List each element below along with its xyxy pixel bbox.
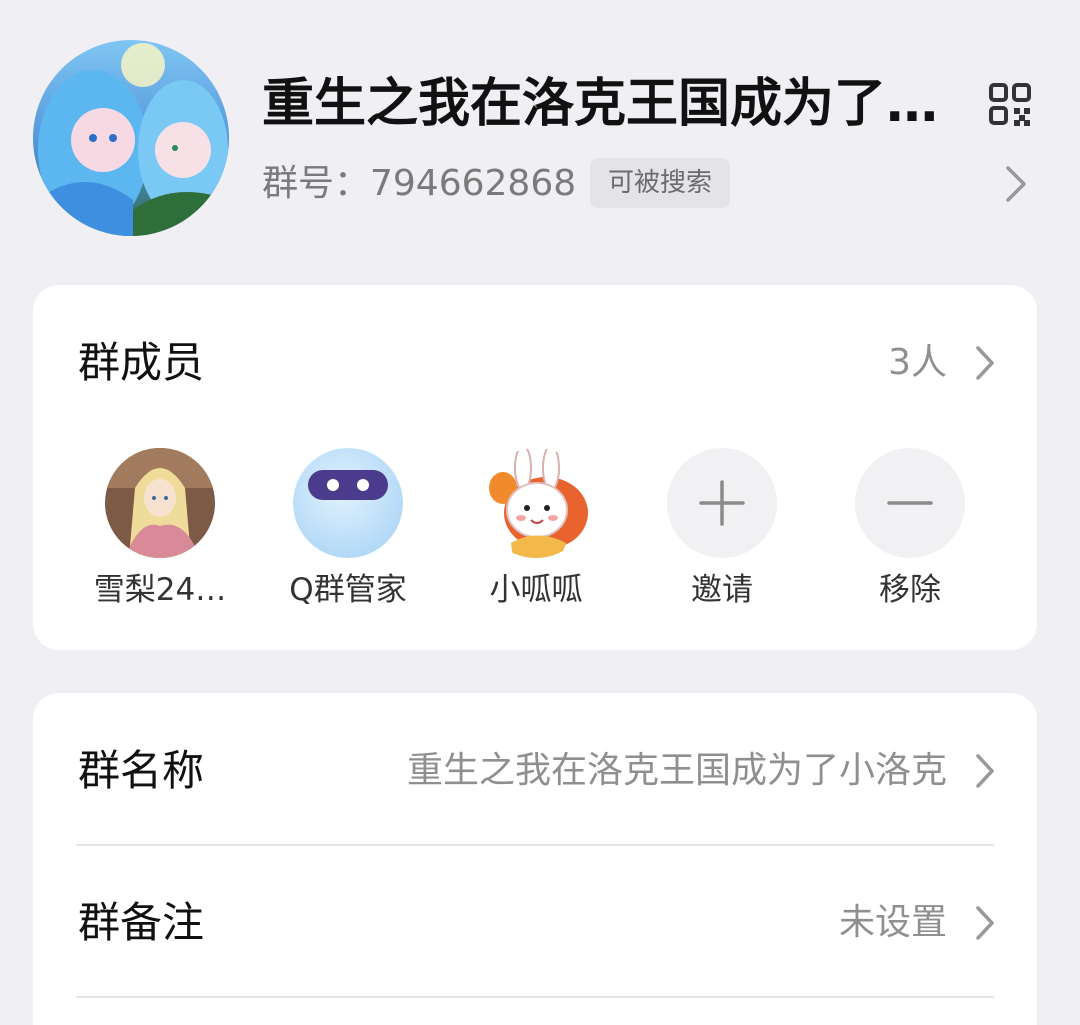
settings-card: 群名称 重生之我在洛克王国成为了小洛克 群备注 未设置 [33,693,1037,1025]
divider [76,996,994,998]
member-count[interactable]: 3人 [888,335,947,391]
members-list: 雪梨24… Q群管家 小呱呱 邀请 移除 [33,448,1037,608]
group-profile-page: 重生之我在洛克王国成为了… 群号：794662868 可被搜索 群成员 3人 雪… [0,0,1080,1025]
avatar[interactable] [481,448,591,558]
group-name-label: 群名称 [78,746,205,795]
group-number: 群号：794662868 [262,163,577,204]
member-item[interactable]: 雪梨24… [75,448,245,610]
group-title: 重生之我在洛克王国成为了… [262,74,939,134]
remove-button[interactable]: 移除 [825,448,995,610]
avatar[interactable] [293,448,403,558]
qr-code-icon[interactable] [988,82,1032,126]
members-card: 群成员 3人 雪梨24… Q群管家 小呱呱 邀请 移除 [33,285,1037,650]
invite-button[interactable]: 邀请 [637,448,807,610]
remove-label: 移除 [879,572,941,608]
plus-icon[interactable] [667,448,777,558]
member-name: 雪梨24… [93,572,227,608]
group-avatar[interactable] [33,40,229,236]
group-remark-value: 未设置 [838,902,947,943]
searchable-badge: 可被搜索 [590,158,731,208]
member-item[interactable]: 小呱呱 [451,448,621,610]
member-name: 小呱呱 [489,572,583,608]
chevron-right-icon[interactable] [973,753,997,789]
group-name-value: 重生之我在洛克王国成为了小洛克 [406,750,947,791]
invite-label: 邀请 [691,572,753,608]
avatar[interactable] [105,448,215,558]
divider [76,844,994,846]
chevron-right-icon[interactable] [973,345,997,381]
minus-icon[interactable] [855,448,965,558]
chevron-right-icon[interactable] [1002,165,1030,203]
members-section-title: 群成员 [78,338,205,387]
member-item[interactable]: Q群管家 [263,448,433,610]
member-name: Q群管家 [289,572,407,608]
group-remark-label: 群备注 [78,898,205,947]
chevron-right-icon[interactable] [973,905,997,941]
